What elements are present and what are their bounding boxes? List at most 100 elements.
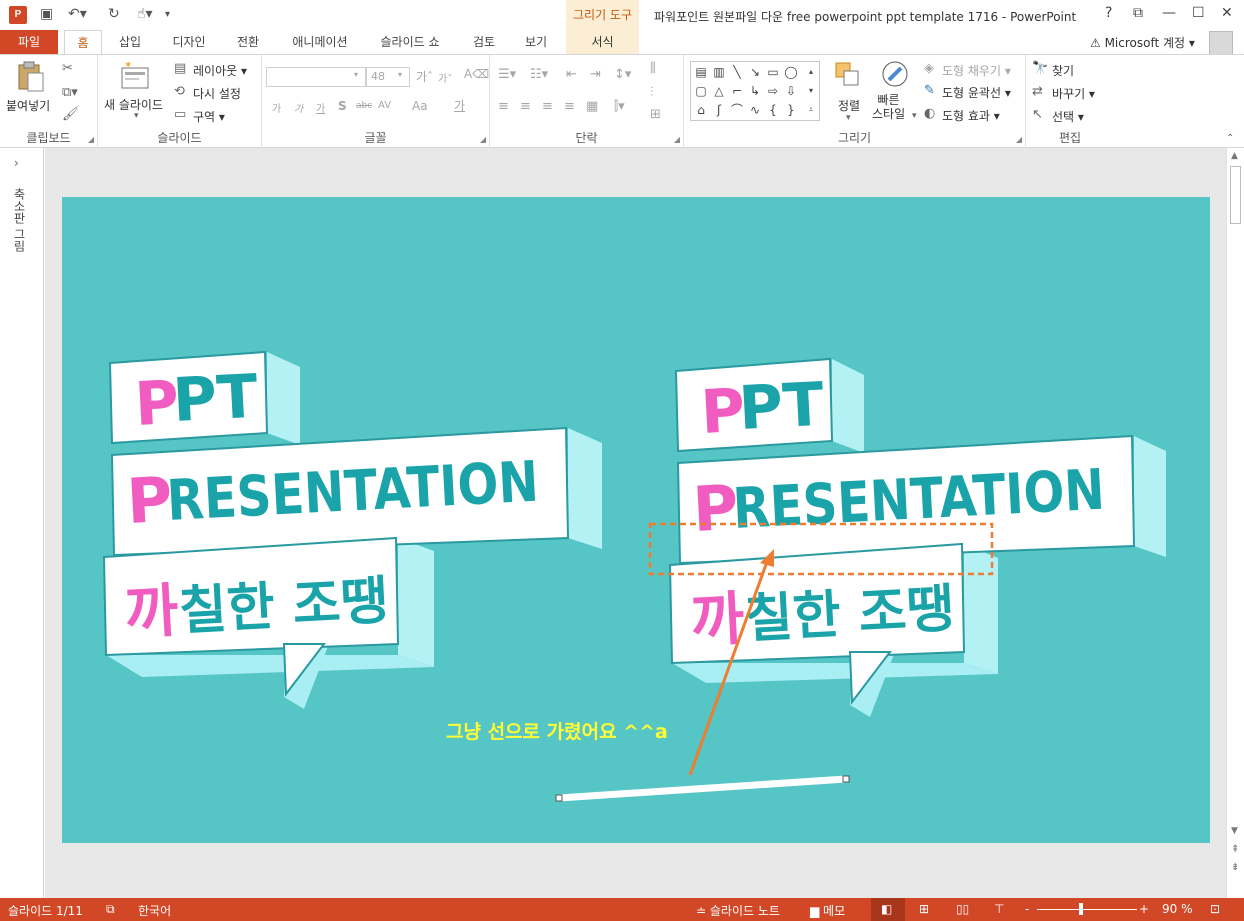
gallery-down-icon[interactable]: ▾ [802,82,820,100]
help-button[interactable]: ? [1105,5,1112,21]
zoom-out-button[interactable]: - [1025,902,1029,916]
replace-button[interactable]: 바꾸기 ▾ [1052,85,1095,102]
tab-transitions[interactable]: 전환 [226,30,270,54]
align-right-icon[interactable]: ≡ [542,99,553,114]
decrease-indent-icon[interactable]: ⇤ [566,67,577,82]
shadow-button[interactable]: S [338,99,347,113]
slide-sorter-view-icon[interactable]: ⊞ [919,902,929,916]
avatar[interactable] [1209,31,1233,55]
elbow-connector-shape-icon[interactable]: ⌐ [728,82,746,100]
freeform-shape-icon[interactable]: ⌂ [692,101,710,119]
font-size-dropdown-icon[interactable]: ▾ [398,70,402,79]
arrange-icon[interactable] [834,61,864,93]
redo-icon[interactable]: ↻ [108,6,120,22]
cut-icon[interactable]: ✂ [62,61,73,76]
save-icon[interactable]: ▣ [40,6,53,22]
tab-insert[interactable]: 삽입 [110,30,150,54]
tab-animations[interactable]: 애니메이션 [280,30,360,54]
rounded-rect-shape-icon[interactable]: ▢ [692,82,710,100]
zoom-slider-thumb[interactable] [1079,903,1083,915]
change-case-button[interactable]: Aa [412,99,428,113]
vertical-textbox-shape-icon[interactable]: ▥ [710,63,728,81]
minimize-button[interactable]: — [1162,5,1176,21]
find-icon[interactable]: 🔭 [1032,61,1048,76]
select-icon[interactable]: ↖ [1032,107,1043,122]
oval-shape-icon[interactable]: ◯ [782,63,800,81]
down-arrow-shape-icon[interactable]: ⇩ [782,82,800,100]
tab-file[interactable]: 파일 [0,30,58,54]
find-button[interactable]: 찾기 [1052,62,1074,79]
bullets-icon[interactable]: ☰▾ [498,67,516,82]
line-spacing-icon[interactable]: ↕▾ [614,67,631,82]
clipboard-launcher-icon[interactable]: ◢ [88,135,94,144]
right-brace-shape-icon[interactable]: } [782,101,800,119]
italic-button[interactable]: 가 [294,100,303,115]
align-text-icon[interactable]: ⫶ [650,85,653,100]
triangle-shape-icon[interactable]: △ [710,82,728,100]
underline-button[interactable]: 가 [316,100,325,115]
undo-icon[interactable]: ↶▾ [68,6,87,22]
slide-canvas[interactable]: .cap { font-family: "DejaVu Sans", sans-… [62,197,1210,843]
section-button[interactable]: 구역 ▾ [193,108,225,125]
arrow-line-shape-icon[interactable]: ↘ [746,63,764,81]
ribbon-display-options-button[interactable]: ⧉ [1133,5,1143,21]
font-color-button[interactable]: 가 [454,97,465,114]
layout-button[interactable]: 레이아웃 ▾ [193,62,247,79]
fit-slide-icon[interactable]: ⊡ [1210,902,1220,916]
numbering-icon[interactable]: ☷▾ [530,67,548,82]
columns-icon[interactable]: ⫿▾ [614,99,625,114]
cover-line[interactable] [558,775,847,802]
paragraph-launcher-icon[interactable]: ◢ [674,135,680,144]
curve-shape-icon[interactable]: ∿ [746,101,764,119]
shape-fill-icon[interactable]: ◈ [924,61,934,76]
new-slide-icon[interactable]: ✶ [120,60,150,92]
zoom-in-button[interactable]: + [1139,902,1149,916]
account-menu[interactable]: ⚠ Microsoft 계정 ▾ [1090,34,1195,51]
shape-outline-button[interactable]: 도형 윤곽선 ▾ [942,84,1011,101]
font-size-box[interactable]: 48 [366,67,410,87]
thumbnail-pane-label[interactable]: 축소판 그림 [11,188,28,252]
select-button[interactable]: 선택 ▾ [1052,108,1084,125]
tab-format[interactable]: 서식 [566,30,639,54]
close-button[interactable]: ✕ [1221,5,1233,21]
tab-view[interactable]: 보기 [516,30,556,54]
shrink-font-icon[interactable]: 가ˇ [438,70,452,85]
textbox-shape-icon[interactable]: ▤ [692,63,710,81]
quick-styles-button[interactable]: 빠른 스타일 [872,93,905,121]
format-painter-icon[interactable]: 🖌 [62,107,79,122]
comments-button[interactable]: ▆ 메모 [810,902,845,919]
scroll-down-icon[interactable]: ▼ [1231,826,1238,836]
bold-button[interactable]: 가 [272,100,281,115]
vertical-scrollbar[interactable]: ▲ ▼ ⇞ ⇟ [1226,148,1244,898]
arrange-button[interactable]: 정렬 [838,97,860,114]
previous-slide-icon[interactable]: ⇞ [1231,844,1239,855]
gallery-up-icon[interactable]: ▴ [802,63,820,81]
align-left-icon[interactable]: ≡ [498,99,509,114]
font-launcher-icon[interactable]: ◢ [480,135,486,144]
zoom-level[interactable]: 90 % [1162,902,1193,916]
copy-icon[interactable]: ⧉▾ [62,85,78,100]
tab-review[interactable]: 검토 [464,30,504,54]
font-name-box[interactable] [266,67,366,87]
quick-styles-icon[interactable] [880,59,910,91]
clear-format-icon[interactable]: A⌫ [464,67,489,81]
arrange-dropdown-icon[interactable]: ▾ [846,113,851,123]
shape-gallery[interactable]: ▤ ▥ ╲ ↘ ▭ ◯ ▢ △ ⌐ ↳ ⇨ ⇩ ⌂ ʃ ⌒ ∿ { } ▴ ▾ … [690,61,820,121]
scroll-thumb[interactable] [1230,166,1241,224]
shape-effects-button[interactable]: 도형 효과 ▾ [942,107,1000,124]
notes-button[interactable]: ≐ 슬라이드 노트 [696,902,780,919]
line-handle-start[interactable] [555,794,563,802]
char-spacing-button[interactable]: AV [378,100,391,111]
grow-font-icon[interactable]: 가ˆ [416,68,433,85]
left-brace-shape-icon[interactable]: { [764,101,782,119]
justify-icon[interactable]: ≡ [564,99,575,114]
line-shape-icon[interactable]: ╲ [728,63,746,81]
align-center-icon[interactable]: ≡ [520,99,531,114]
tab-home[interactable]: 홈 [64,30,102,54]
reading-view-icon[interactable]: ▯▯ [956,902,969,916]
replace-icon[interactable]: ⇄ [1032,84,1043,99]
strikethrough-button[interactable]: abc [356,101,372,111]
rectangle-shape-icon[interactable]: ▭ [764,63,782,81]
tab-design[interactable]: 디자인 [162,30,216,54]
line-handle-end[interactable] [842,775,850,783]
